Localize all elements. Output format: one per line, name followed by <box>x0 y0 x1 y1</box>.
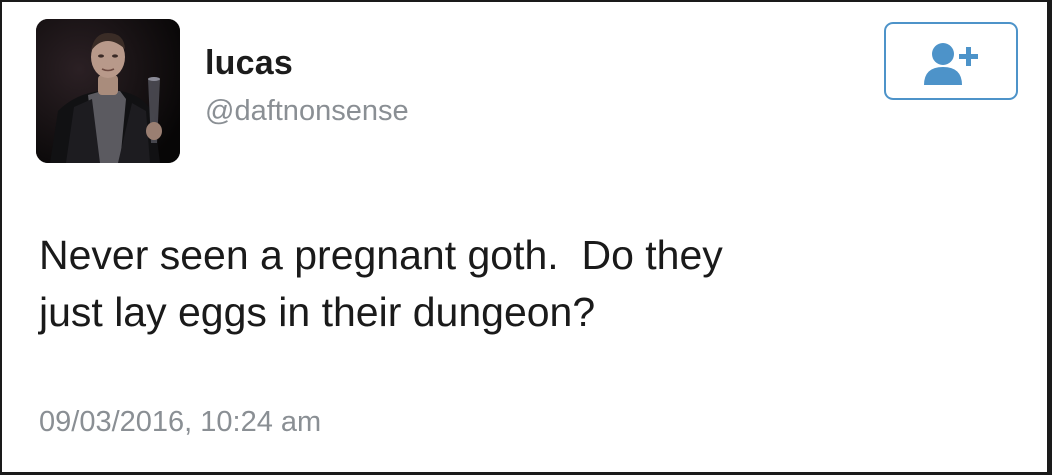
display-name[interactable]: lucas <box>205 44 293 83</box>
avatar-image <box>36 19 180 163</box>
tweet-timestamp[interactable]: 09/03/2016, 10:24 am <box>39 406 321 439</box>
avatar[interactable] <box>36 19 180 163</box>
add-user-icon <box>924 43 978 85</box>
user-handle[interactable]: @daftnonsense <box>205 95 409 128</box>
tweet-text: Never seen a pregnant goth. Do they just… <box>39 232 723 335</box>
tweet-card: lucas @daftnonsense Never seen a pregnan… <box>0 0 1052 475</box>
follow-button[interactable] <box>884 22 1018 100</box>
